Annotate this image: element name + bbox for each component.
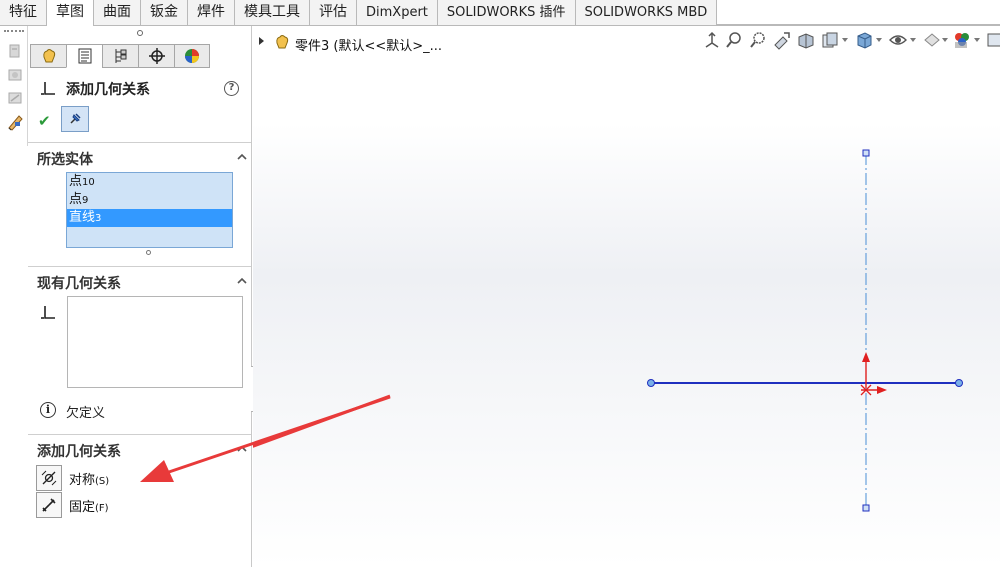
dimxpert-manager-tab[interactable] — [138, 44, 174, 68]
graphics-area[interactable]: 零件3 (默认<<默认>_... — [253, 26, 1000, 567]
section-divider — [28, 266, 251, 267]
tab-weldments[interactable]: 焊件 — [188, 0, 235, 26]
property-manager-tab[interactable] — [66, 44, 102, 68]
tab-surfaces[interactable]: 曲面 — [94, 0, 141, 26]
display-manager-tab[interactable] — [174, 44, 210, 68]
list-item-selected[interactable]: 直线3 — [67, 209, 232, 227]
configuration-manager-tab[interactable] — [102, 44, 138, 68]
definition-status: 欠定义 — [66, 406, 106, 421]
symmetric-text: 对称 — [69, 473, 96, 488]
symmetric-relation-icon — [41, 470, 57, 486]
selected-entities-title: 所选实体 — [37, 152, 93, 168]
symmetric-button[interactable] — [36, 465, 62, 491]
dimxpert-manager-icon — [148, 48, 165, 64]
feature-manager-icon — [42, 49, 55, 63]
tab-evaluate[interactable]: 评估 — [310, 0, 357, 26]
add-relation-symmetric[interactable]: 对称(S) — [36, 465, 236, 491]
pushpin-icon — [70, 113, 81, 124]
property-manager-panel: 添加几何关系 ? ✔ 所选实体 点10 点9 直线3 现有几何关系 i 欠定义 … — [28, 26, 252, 567]
relations-icon — [41, 306, 55, 319]
chevron-up-icon[interactable] — [237, 276, 247, 286]
section-divider — [28, 434, 251, 435]
existing-relations-list[interactable] — [67, 296, 243, 388]
chevron-up-icon[interactable] — [237, 444, 247, 454]
tab-features[interactable]: 特征 — [0, 0, 47, 26]
sketch-tool-icon[interactable] — [6, 42, 24, 60]
symmetric-label[interactable]: 对称(S) — [69, 469, 109, 488]
sketch-point-10[interactable] — [955, 379, 963, 387]
page-title: 添加几何关系 — [66, 82, 150, 98]
keep-visible-pin-button[interactable] — [61, 106, 89, 132]
selected-entities-list[interactable]: 点10 点9 直线3 — [66, 172, 233, 248]
fix-button[interactable] — [36, 492, 62, 518]
command-manager-tabs: 特征 草图 曲面 钣金 焊件 模具工具 评估 DimXpert SOLIDWOR… — [0, 0, 1000, 27]
fix-shortcut: (F) — [95, 503, 109, 514]
symmetric-shortcut: (S) — [95, 476, 110, 487]
entity-name: 点 — [69, 192, 83, 207]
entity-name: 直线 — [69, 210, 96, 225]
selected-entities-header[interactable]: 所选实体 — [37, 149, 247, 169]
chevron-up-icon[interactable] — [237, 152, 247, 162]
tab-sheet-metal[interactable]: 钣金 — [141, 0, 188, 26]
add-relations-header[interactable]: 添加几何关系 — [37, 441, 247, 461]
sketch-tool-2-icon[interactable] — [6, 66, 24, 84]
list-item[interactable]: 点9 — [67, 191, 232, 209]
sketch-origin-icon — [860, 352, 887, 396]
list-item[interactable]: 点10 — [67, 173, 232, 191]
entity-name: 点 — [69, 174, 83, 189]
list-resize-handle[interactable] — [146, 250, 151, 255]
centerline-endpoint[interactable] — [862, 149, 870, 157]
centerline-endpoint[interactable] — [862, 504, 870, 512]
info-icon: i — [40, 402, 56, 418]
entity-index: 3 — [95, 213, 102, 224]
sketch-canvas[interactable] — [253, 26, 1000, 567]
entity-index: 10 — [82, 177, 95, 188]
tab-sketch[interactable]: 草图 — [47, 0, 94, 27]
annotation-arrow — [253, 394, 391, 448]
entity-index: 9 — [82, 195, 89, 206]
existing-relations-header[interactable]: 现有几何关系 — [37, 273, 247, 293]
section-divider — [28, 142, 251, 143]
smart-dimension-icon[interactable] — [6, 113, 24, 131]
tab-mold-tools[interactable]: 模具工具 — [235, 0, 310, 26]
configuration-manager-icon — [115, 49, 126, 63]
left-toolbar-strip — [0, 26, 28, 146]
fix-text: 固定 — [69, 500, 96, 515]
fix-relation-icon — [42, 498, 56, 512]
property-manager-icon — [78, 48, 91, 64]
panel-splitter-handle[interactable] — [137, 30, 143, 36]
tabbar-filler — [717, 0, 1000, 25]
pm-title-row: 添加几何关系 ? — [38, 78, 248, 100]
display-manager-icon — [185, 49, 199, 63]
toolbar-grip[interactable] — [4, 30, 24, 33]
existing-relations-title: 现有几何关系 — [37, 276, 121, 292]
ok-checkmark-icon[interactable]: ✔ — [38, 112, 51, 130]
feature-manager-tab[interactable] — [30, 44, 66, 68]
fix-label[interactable]: 固定(F) — [69, 496, 109, 515]
sketch-point-9[interactable] — [647, 379, 655, 387]
manager-tabs — [30, 44, 210, 68]
add-relation-icon — [41, 82, 55, 95]
add-relation-fix[interactable]: 固定(F) — [36, 492, 236, 518]
tab-solidworks-mbd[interactable]: SOLIDWORKS MBD — [576, 0, 718, 26]
help-icon[interactable]: ? — [224, 81, 239, 96]
add-relations-title: 添加几何关系 — [37, 444, 121, 460]
tab-solidworks-addins[interactable]: SOLIDWORKS 插件 — [438, 0, 576, 26]
sketch-tool-3-icon[interactable] — [6, 89, 24, 107]
tab-dimxpert[interactable]: DimXpert — [357, 0, 438, 26]
